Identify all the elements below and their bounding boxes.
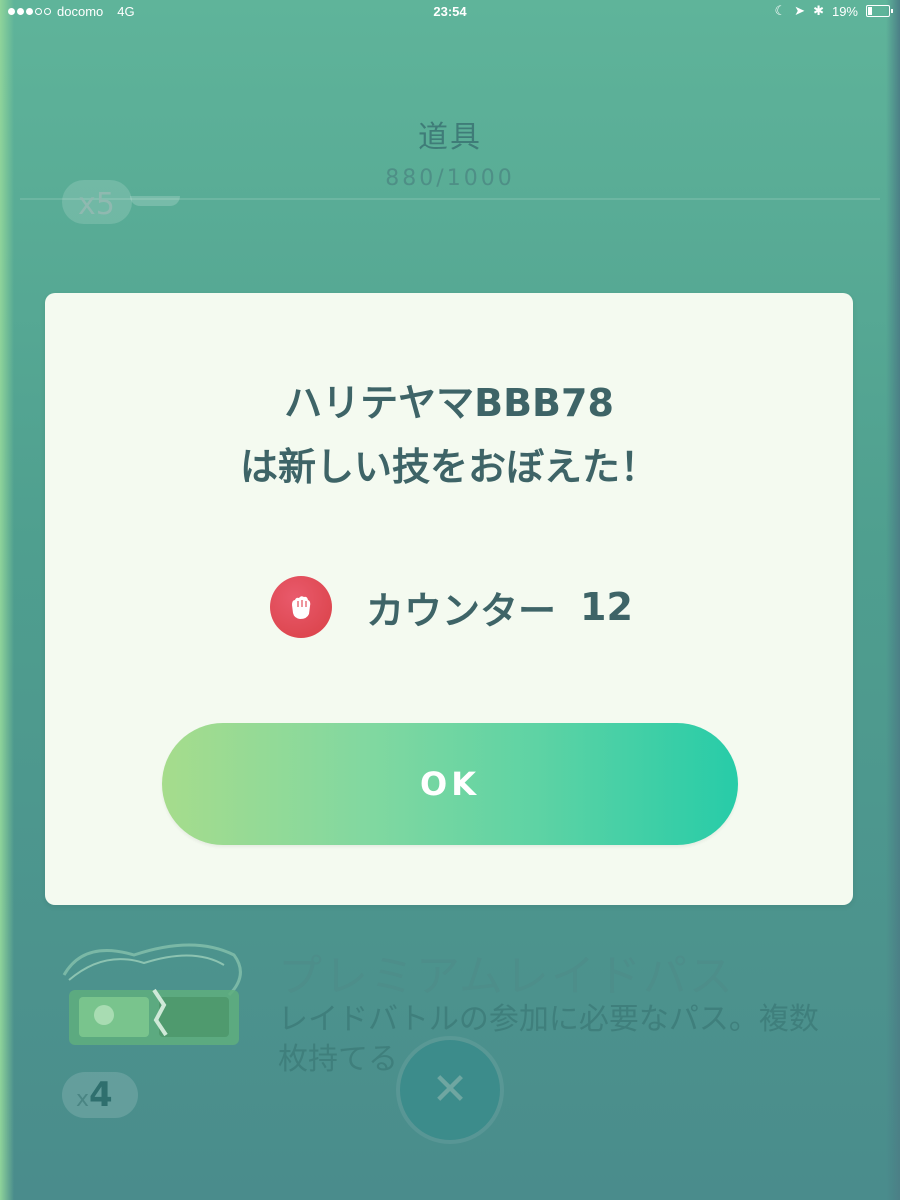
status-right: ☾ ➤ ✱ 19% xyxy=(774,3,893,19)
move-row: カウンター 12 xyxy=(270,575,633,639)
screen: docomo 4G 23:54 ☾ ➤ ✱ 19% 道具 880/1000 x5… xyxy=(0,0,900,1200)
partial-item-image xyxy=(130,196,180,206)
status-bar: docomo 4G 23:54 ☾ ➤ ✱ 19% xyxy=(0,0,900,24)
fighting-type-icon xyxy=(270,576,332,638)
partial-item-count: x5 xyxy=(62,180,132,224)
move-learned-dialog: ハリテヤマBBB78 は新しい技をおぼえた！ カウンター 12 OK xyxy=(45,293,853,905)
item-count: x4 xyxy=(62,1072,138,1118)
dialog-title-line1: ハリテヤマBBB78 xyxy=(284,381,614,425)
fist-icon xyxy=(292,596,311,619)
move-power: 12 xyxy=(580,585,633,629)
dialog-title: ハリテヤマBBB78 は新しい技をおぼえた！ xyxy=(45,371,853,499)
status-time: 23:54 xyxy=(433,4,467,19)
do-not-disturb-icon: ☾ xyxy=(774,3,787,18)
ok-button-label: OK xyxy=(420,765,480,803)
item-name[interactable]: プレミアムレイドパス xyxy=(278,940,735,1004)
bluetooth-icon: ✱ xyxy=(813,3,824,18)
location-arrow-icon: ➤ xyxy=(794,3,806,18)
battery-icon xyxy=(866,5,893,17)
item-description: レイドバトルの参加に必要なパス。複数枚持てる xyxy=(278,1002,819,1077)
ok-button[interactable]: OK xyxy=(162,723,738,845)
dialog-title-line2: は新しい技をおぼえた！ xyxy=(239,445,658,489)
battery-fill xyxy=(868,7,872,15)
item-count-value: 4 xyxy=(89,1075,113,1115)
item-count-prefix: x xyxy=(76,1087,90,1112)
close-icon[interactable]: ✕ xyxy=(400,1040,500,1140)
battery-percent: 19% xyxy=(831,3,858,19)
inventory-count: 880/1000 xyxy=(385,166,515,191)
move-name: カウンター xyxy=(366,588,557,633)
raid-pass-icon[interactable] xyxy=(44,935,254,1055)
inventory-title: 道具 xyxy=(418,120,482,155)
